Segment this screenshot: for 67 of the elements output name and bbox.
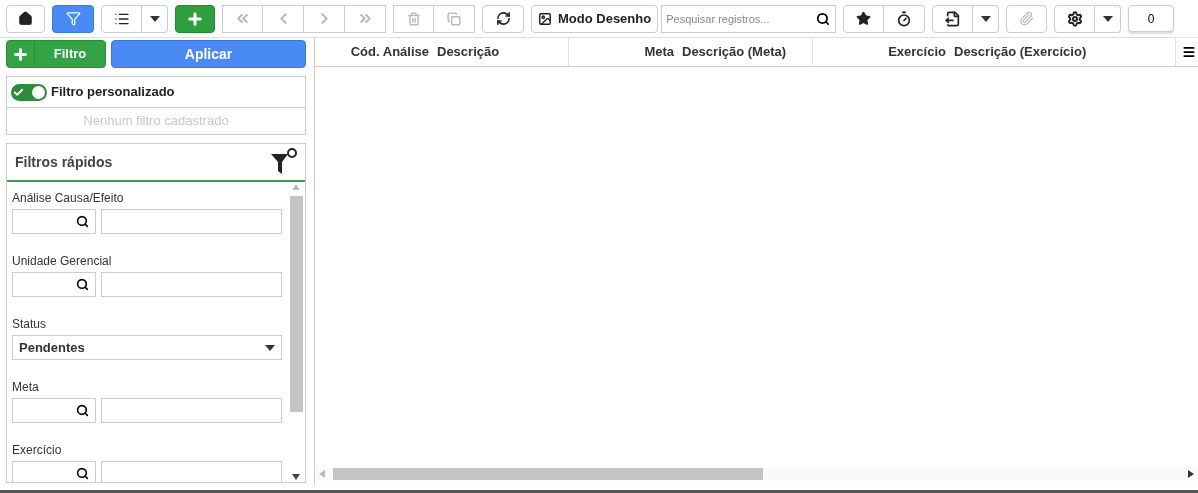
timer-button[interactable] — [884, 4, 926, 33]
export-dropdown-button[interactable] — [973, 4, 1000, 33]
list-button[interactable] — [101, 4, 142, 33]
search-icon — [76, 215, 89, 228]
stopwatch-icon — [896, 10, 913, 27]
favorite-button[interactable] — [843, 4, 885, 33]
refresh-icon — [495, 11, 511, 26]
code-field[interactable] — [12, 461, 96, 482]
caret-icon — [1102, 15, 1113, 22]
vertical-scrollbar[interactable] — [289, 182, 303, 482]
export-button[interactable] — [932, 4, 974, 33]
plus-icon — [186, 9, 204, 28]
image-icon — [538, 11, 552, 26]
settings-button[interactable] — [1054, 4, 1096, 33]
search-icon — [76, 278, 89, 291]
add-button[interactable] — [175, 4, 215, 33]
export-icon — [944, 10, 961, 27]
description-field[interactable] — [101, 398, 282, 423]
search-field[interactable]: Pesquisar registros... — [661, 4, 837, 33]
search-icon — [76, 467, 89, 480]
scroll-down-icon[interactable] — [292, 474, 300, 480]
description-field[interactable] — [101, 209, 282, 234]
field-label: Meta — [12, 380, 40, 394]
description-field[interactable] — [101, 461, 282, 482]
horizontal-scrollbar[interactable] — [315, 467, 1198, 481]
search-icon — [816, 11, 831, 26]
code-field[interactable] — [12, 398, 96, 423]
star-icon — [856, 11, 872, 26]
code-field[interactable] — [12, 209, 96, 234]
quick-filters-title: Filtros rápidos — [15, 152, 113, 172]
refresh-button[interactable] — [482, 4, 524, 33]
home-icon — [18, 11, 33, 26]
caret-icon — [149, 15, 160, 22]
field-label: Análise Causa/Efeito — [12, 191, 125, 205]
custom-filter-label: Filtro personalizado — [51, 83, 175, 102]
filter-button[interactable] — [52, 4, 94, 33]
field-label: Status — [12, 317, 48, 331]
check-icon — [13, 86, 24, 98]
code-field[interactable] — [12, 272, 96, 297]
column-header[interactable]: Descrição (Meta) — [678, 38, 813, 66]
status-dropdown[interactable]: Pendentes — [12, 335, 282, 360]
trash-icon — [406, 11, 421, 26]
field-label: Exercício — [12, 443, 63, 457]
column-header[interactable]: Descrição — [433, 38, 569, 66]
list-dropdown-button[interactable] — [142, 4, 168, 33]
column-header[interactable]: Cód. Análise — [315, 38, 433, 66]
caret-icon — [265, 344, 275, 351]
copy-icon — [447, 11, 461, 26]
home-button[interactable] — [6, 4, 45, 33]
counter-badge: 0 — [1128, 5, 1175, 32]
paperclip-icon — [1019, 11, 1035, 26]
clear-filter-icon — [271, 148, 297, 176]
draw-mode-button[interactable]: Modo Desenho — [531, 4, 659, 33]
filter-icon — [65, 11, 81, 26]
column-header[interactable]: Descrição (Exercício) — [950, 38, 1176, 66]
column-header[interactable]: Meta — [569, 38, 678, 66]
scroll-right-icon[interactable] — [1188, 470, 1194, 478]
description-field[interactable] — [101, 272, 282, 297]
caret-icon — [980, 15, 991, 22]
plus-icon — [12, 45, 29, 63]
column-menu-icon[interactable] — [1182, 45, 1196, 59]
settings-icon — [1066, 10, 1083, 27]
search-icon — [76, 404, 89, 417]
settings-dropdown-button[interactable] — [1095, 4, 1122, 33]
column-header[interactable]: Exercício — [813, 38, 950, 66]
toggle-switch[interactable] — [11, 83, 47, 101]
field-label: Unidade Gerencial — [12, 254, 113, 268]
